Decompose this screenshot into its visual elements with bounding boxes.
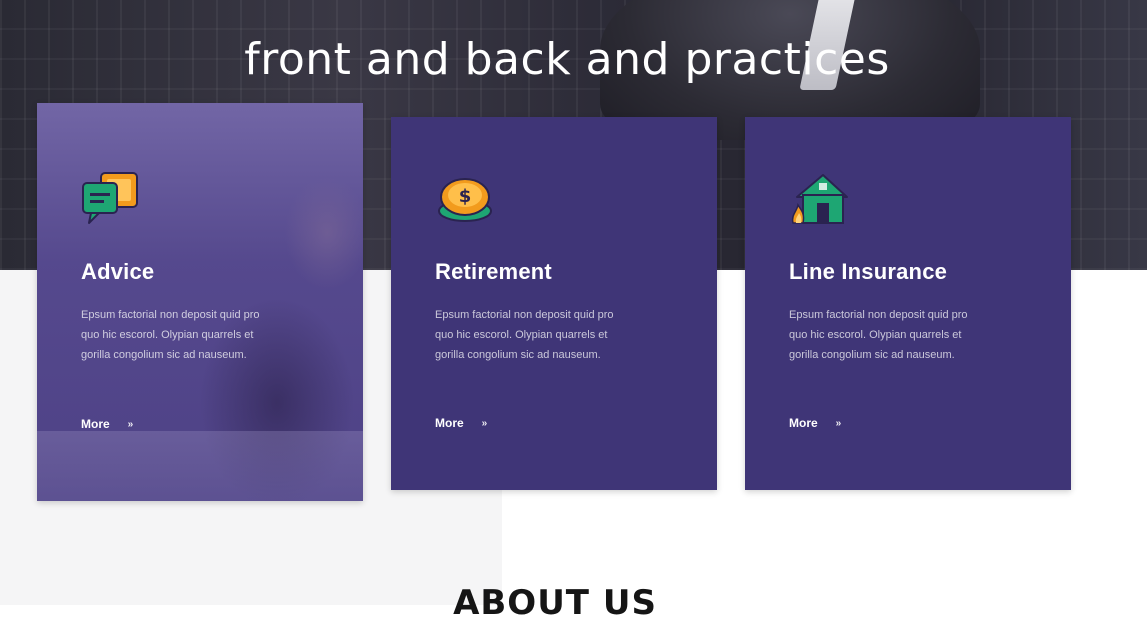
card-title: Line Insurance [789, 259, 948, 284]
double-chevron-right-icon: » [127, 418, 134, 430]
card-title: Advice [81, 259, 155, 284]
more-link[interactable]: More » [81, 417, 133, 431]
service-card-line-insurance[interactable]: Line Insurance Epsum factorial non depos… [745, 117, 1071, 490]
more-link-label[interactable]: More [435, 416, 464, 430]
house-fire-icon [789, 171, 849, 227]
card-description: Epsum factorial non deposit quid pro quo… [435, 309, 614, 361]
about-us-heading: ABOUT US [453, 583, 657, 623]
chat-bubbles-icon [81, 171, 141, 227]
more-link-label[interactable]: More [81, 417, 110, 431]
service-card-advice[interactable]: Advice Epsum factorial non deposit quid … [37, 103, 363, 501]
svg-text:$: $ [459, 186, 472, 207]
service-card-retirement[interactable]: $ Retirement Epsum factorial non deposit… [391, 117, 717, 490]
card-description: Epsum factorial non deposit quid pro quo… [789, 309, 968, 361]
more-link[interactable]: More » [789, 416, 841, 430]
double-chevron-right-icon: » [835, 417, 842, 429]
card-title: Retirement [435, 259, 552, 284]
coin-money-icon: $ [435, 173, 495, 229]
more-link-label[interactable]: More [789, 416, 818, 430]
more-link[interactable]: More » [435, 416, 487, 430]
double-chevron-right-icon: » [481, 417, 488, 429]
card-description: Epsum factorial non deposit quid pro quo… [81, 309, 260, 361]
hero-title: front and back and practices [244, 34, 890, 85]
